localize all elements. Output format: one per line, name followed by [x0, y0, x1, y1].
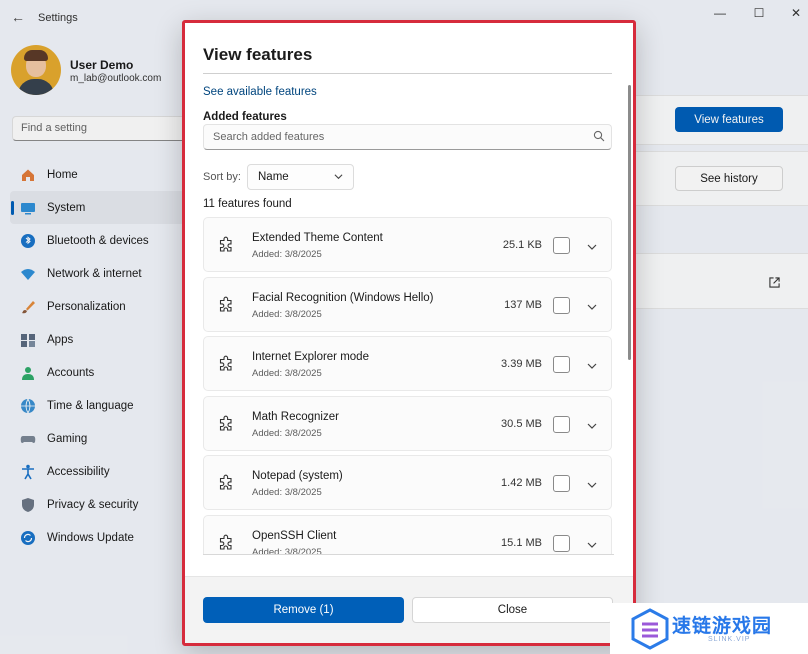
sort-label: Sort by:	[203, 171, 241, 183]
chevron-down-icon[interactable]	[587, 479, 597, 489]
sort-dropdown[interactable]: Name	[247, 164, 354, 190]
puzzle-icon	[218, 236, 236, 254]
feature-name: Internet Explorer mode	[252, 351, 369, 363]
chevron-down-icon[interactable]	[587, 420, 597, 430]
dialog-footer: Remove (1) Close	[185, 576, 633, 643]
feature-name: Notepad (system)	[252, 470, 343, 482]
watermark: 速链游戏园 SLINK.VIP	[610, 603, 808, 654]
feature-size: 3.39 MB	[501, 358, 542, 370]
feature-name: OpenSSH Client	[252, 529, 337, 542]
feature-added-date: Added: 3/8/2025	[252, 368, 322, 379]
view-features-dialog: View features See available features Add…	[182, 20, 636, 646]
feature-row[interactable]: OpenSSH Client Added: 3/8/2025 15.1 MB	[203, 514, 612, 555]
feature-name: Math Recognizer	[252, 410, 339, 423]
feature-checkbox[interactable]	[553, 296, 570, 314]
feature-size: 1.42 MB	[501, 477, 542, 489]
search-added-features-input[interactable]: Search added features	[203, 124, 612, 150]
puzzle-icon	[218, 534, 236, 552]
feature-size: 15.1 MB	[501, 536, 542, 549]
feature-name: Facial Recognition (Windows Hello)	[252, 291, 434, 304]
search-placeholder: Search added features	[213, 131, 325, 143]
feature-list: Extended Theme Content Added: 3/8/2025 25.…	[203, 217, 614, 555]
feature-size: 137 MB	[504, 298, 542, 311]
chevron-down-icon[interactable]	[587, 301, 597, 311]
feature-size: 30.5 MB	[501, 417, 542, 430]
dialog-title: View features	[203, 45, 313, 64]
watermark-text: 速链游戏园	[672, 615, 773, 637]
feature-row[interactable]: Math Recognizer Added: 3/8/2025 30.5 MB	[203, 395, 612, 451]
features-count: 11 features found	[203, 198, 292, 210]
puzzle-icon	[218, 474, 236, 492]
added-features-heading: Added features	[203, 111, 287, 123]
feature-row[interactable]: Extended Theme Content Added: 3/8/2025 25.…	[203, 217, 612, 272]
feature-row[interactable]: Facial Recognition (Windows Hello) Added:…	[203, 276, 612, 332]
feature-added-date: Added: 3/8/2025	[252, 308, 322, 320]
feature-checkbox[interactable]	[553, 237, 570, 254]
search-icon	[593, 130, 605, 142]
chevron-down-icon[interactable]	[587, 360, 597, 370]
scrollbar[interactable]	[628, 85, 631, 360]
divider	[203, 73, 612, 74]
chevron-down-icon	[334, 174, 343, 180]
feature-checkbox[interactable]	[553, 534, 570, 552]
puzzle-icon	[218, 355, 236, 373]
feature-size: 25.1 KB	[502, 239, 542, 251]
feature-row[interactable]: Notepad (system) Added: 3/8/2025 1.42 MB	[203, 455, 612, 510]
sort-value: Name	[258, 171, 289, 183]
remove-button[interactable]: Remove (1)	[203, 597, 404, 623]
feature-checkbox[interactable]	[553, 415, 570, 433]
see-available-features-link[interactable]: See available features	[203, 86, 317, 98]
feature-checkbox[interactable]	[553, 356, 570, 373]
puzzle-icon	[218, 296, 236, 314]
puzzle-icon	[218, 415, 236, 433]
watermark-sub: SLINK.VIP	[708, 636, 751, 643]
watermark-logo-icon	[631, 608, 669, 650]
feature-name: Extended Theme Content	[252, 232, 383, 244]
feature-added-date: Added: 3/8/2025	[252, 427, 322, 439]
feature-row[interactable]: Internet Explorer mode Added: 3/8/2025 3.3…	[203, 336, 612, 391]
chevron-down-icon[interactable]	[587, 539, 597, 549]
close-button[interactable]: Close	[412, 597, 613, 623]
feature-added-date: Added: 3/8/2025	[252, 249, 322, 260]
chevron-down-icon[interactable]	[587, 241, 597, 251]
feature-added-date: Added: 3/8/2025	[252, 546, 322, 555]
feature-checkbox[interactable]	[553, 475, 570, 492]
feature-added-date: Added: 3/8/2025	[252, 487, 322, 498]
